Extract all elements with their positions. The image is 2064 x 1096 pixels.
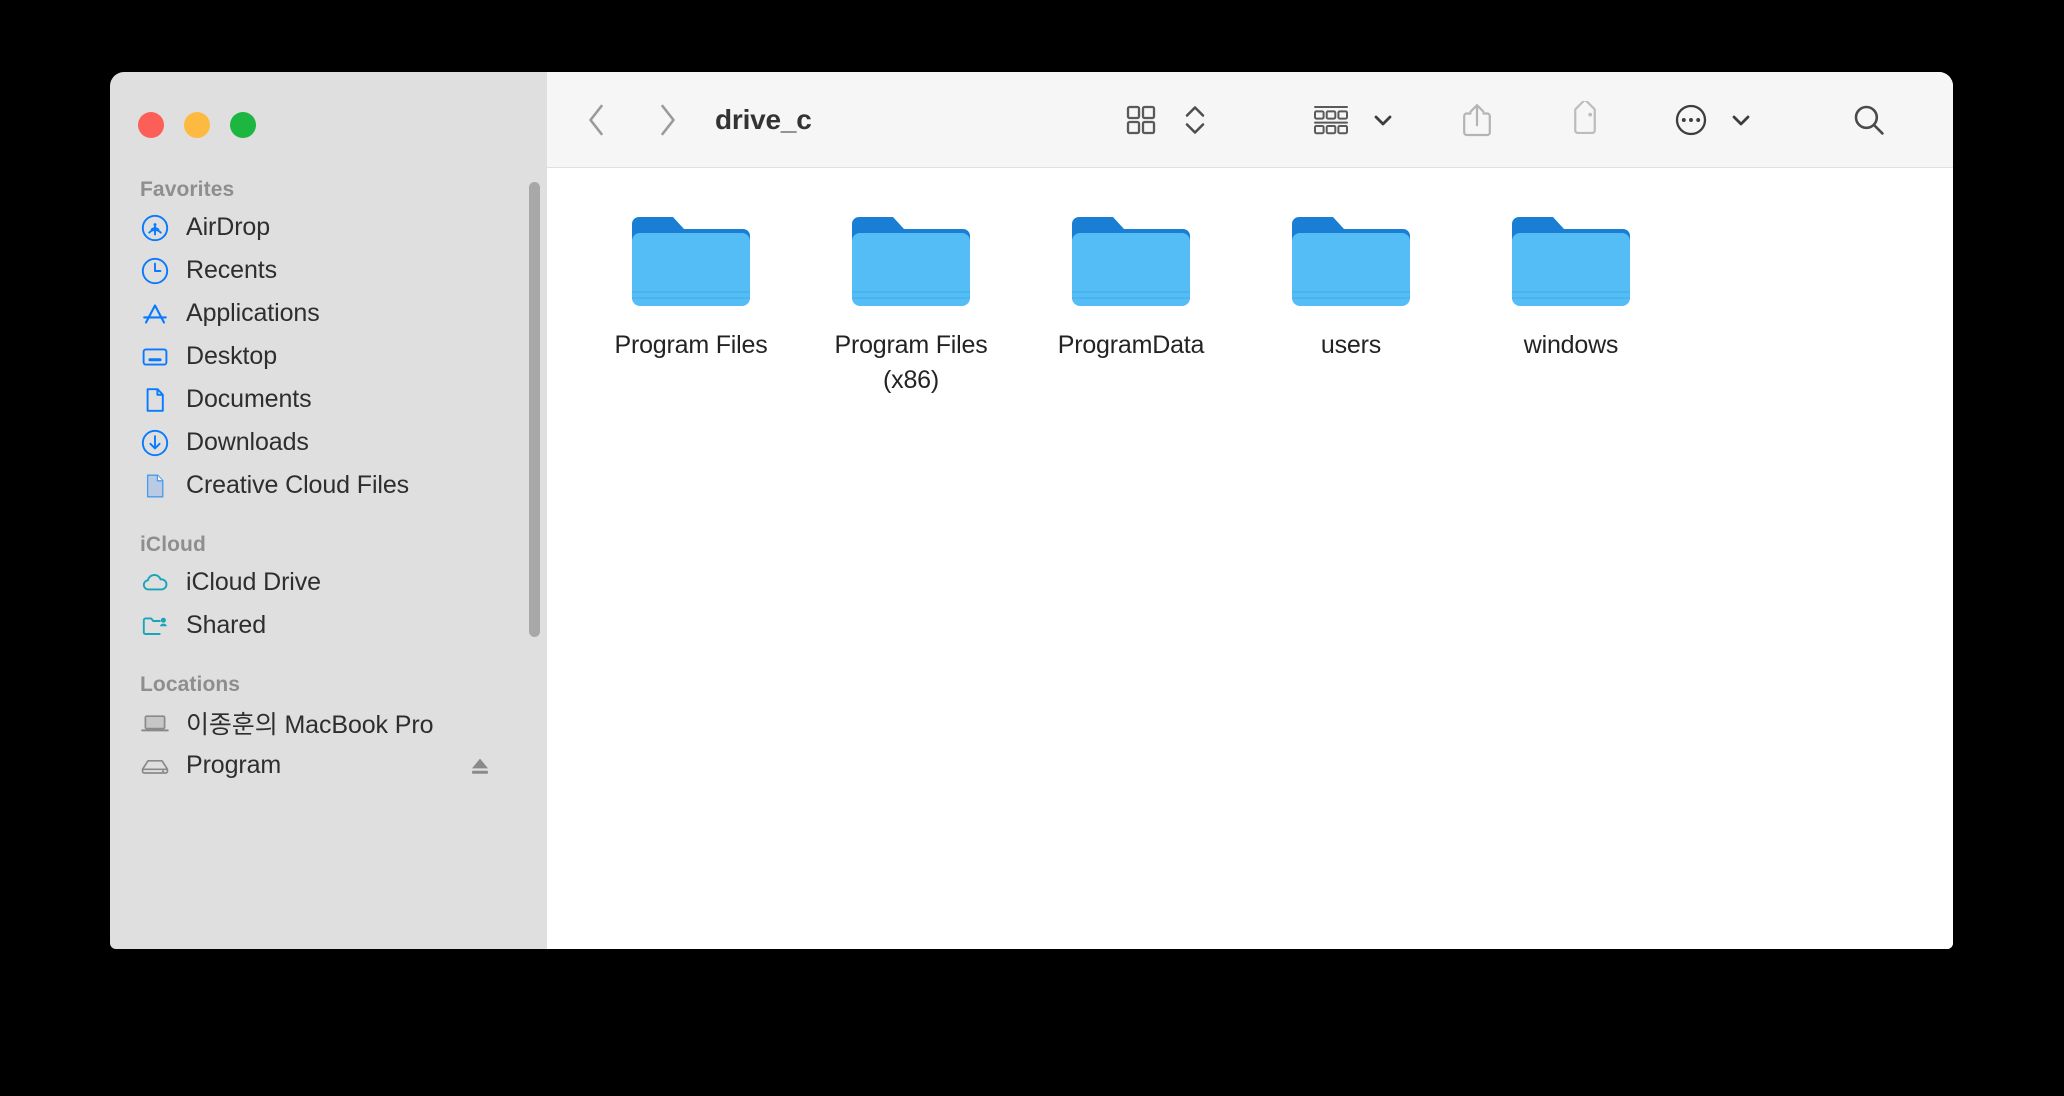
more-actions-button[interactable] [1663, 91, 1719, 149]
maximize-button[interactable] [230, 112, 256, 138]
sidebar-item-label: AirDrop [186, 213, 271, 241]
more-chevron-down-icon[interactable] [1723, 91, 1759, 149]
toolbar: drive_c [547, 72, 1953, 168]
sidebar-scrollbar[interactable] [529, 182, 541, 637]
desktop-icon [140, 342, 170, 372]
folder-icon [1068, 210, 1194, 312]
sidebar-item-documents[interactable]: Documents [110, 378, 547, 421]
sidebar-item-program[interactable]: Program [110, 744, 547, 787]
file-label: windows [1523, 331, 1619, 359]
group-by-button[interactable] [1301, 91, 1361, 149]
file-label: Program Files (x86) [834, 331, 988, 394]
sidebar-item-downloads[interactable]: Downloads [110, 421, 547, 464]
sidebar-item-label: Desktop [186, 342, 278, 370]
applications-icon [140, 299, 170, 329]
sidebar-item-label: Applications [186, 299, 320, 327]
sidebar-item-icloud-drive[interactable]: iCloud Drive [110, 561, 547, 604]
downloads-icon [140, 428, 170, 458]
sidebar-item-airdrop[interactable]: AirDrop [110, 206, 547, 249]
laptop-icon [140, 708, 170, 738]
shared-folder-icon [140, 611, 170, 641]
sidebar-item-label: Documents [186, 385, 312, 413]
file-item[interactable]: windows [1461, 206, 1681, 397]
view-stepper-button[interactable] [1175, 91, 1215, 149]
airdrop-icon [140, 213, 170, 243]
toolbar-actions [1113, 91, 1953, 149]
file-label: ProgramData [1057, 331, 1205, 359]
finder-window: Favorites AirDrop Recents Applications D… [110, 72, 1953, 949]
document-icon [140, 385, 170, 415]
main-pane: drive_c Program Files Program Files (x86… [547, 72, 1953, 949]
sidebar-item-desktop[interactable]: Desktop [110, 335, 547, 378]
share-button[interactable] [1447, 91, 1507, 149]
icon-view-button[interactable] [1113, 91, 1169, 149]
sidebar-group-locations: Locations 이종훈의 MacBook Pro Program [110, 673, 547, 813]
group-by-chevron-down-icon[interactable] [1365, 91, 1401, 149]
search-icon[interactable] [1839, 91, 1899, 149]
eject-icon[interactable] [465, 751, 495, 781]
sidebar-item-label: Creative Cloud Files [186, 471, 410, 499]
file-label: users [1320, 331, 1382, 359]
sidebar-item-label: Downloads [186, 428, 309, 456]
file-item[interactable]: users [1241, 206, 1461, 397]
cloud-icon [140, 568, 170, 598]
sidebar-group-title: iCloud [140, 533, 206, 556]
clock-icon [140, 256, 170, 286]
back-button[interactable] [571, 91, 623, 149]
file-item[interactable]: Program Files [581, 206, 801, 397]
sidebar-item-shared[interactable]: Shared [110, 604, 547, 647]
sidebar-group-favorites: Favorites AirDrop Recents Applications D… [110, 168, 547, 533]
sidebar-item-macbook-pro[interactable]: 이종훈의 MacBook Pro [110, 701, 547, 744]
sidebar-item-applications[interactable]: Applications [110, 292, 547, 335]
minimize-button[interactable] [184, 112, 210, 138]
sidebar-group-title: Locations [140, 673, 241, 696]
document-filled-icon [140, 471, 170, 501]
sidebar-item-label: Shared [186, 611, 267, 639]
harddisk-icon [140, 751, 170, 781]
sidebar-scroll-area[interactable]: Favorites AirDrop Recents Applications D… [110, 168, 547, 949]
sidebar-group-title: Favorites [140, 178, 235, 201]
folder-icon [848, 210, 974, 312]
sidebar: Favorites AirDrop Recents Applications D… [110, 72, 547, 949]
folder-icon [628, 210, 754, 312]
file-item[interactable]: Program Files (x86) [801, 206, 1021, 397]
sidebar-item-label: iCloud Drive [186, 568, 321, 596]
close-button[interactable] [138, 112, 164, 138]
file-item[interactable]: ProgramData [1021, 206, 1241, 397]
sidebar-item-label: Recents [186, 256, 278, 284]
sidebar-item-label: 이종훈의 MacBook Pro [186, 710, 434, 739]
sidebar-item-creative-cloud-files[interactable]: Creative Cloud Files [110, 464, 547, 507]
sidebar-item-recents[interactable]: Recents [110, 249, 547, 292]
sidebar-group-icloud: iCloud iCloud Drive Shared [110, 533, 547, 673]
file-grid[interactable]: Program Files Program Files (x86) Progra… [547, 168, 1953, 949]
window-controls [110, 72, 547, 168]
forward-button[interactable] [641, 91, 693, 149]
file-label: Program Files [614, 331, 768, 359]
page-title: drive_c [715, 103, 812, 135]
folder-icon [1508, 210, 1634, 312]
tags-button[interactable] [1555, 91, 1615, 149]
folder-icon [1288, 210, 1414, 312]
sidebar-scrollbar-thumb[interactable] [529, 182, 540, 637]
sidebar-item-label: Program [186, 751, 282, 779]
